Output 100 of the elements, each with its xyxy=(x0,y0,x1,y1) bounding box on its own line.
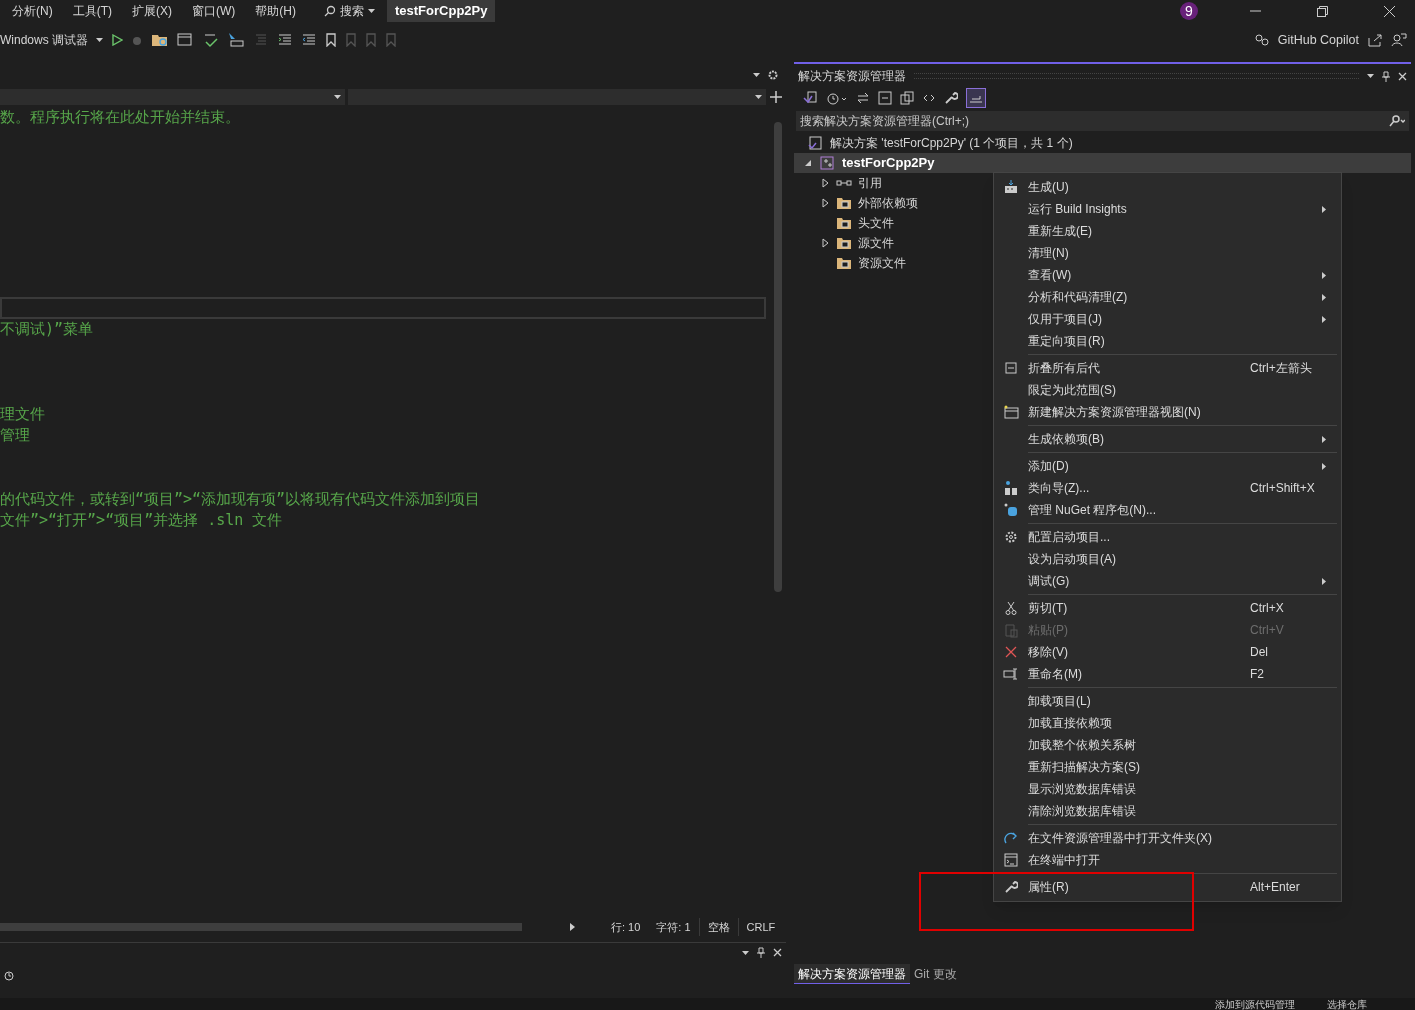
search-field[interactable]: 搜索解决方案资源管理器(Ctrl+;) xyxy=(796,111,1385,131)
open-arrow-icon xyxy=(1004,832,1018,844)
play-icon[interactable] xyxy=(111,34,123,46)
menu-item[interactable]: 运行 Build Insights xyxy=(994,198,1341,220)
notification-badge[interactable]: 9 xyxy=(1180,2,1198,20)
menu-item[interactable]: 查看(W) xyxy=(994,264,1341,286)
menu-item[interactable]: 清理(N) xyxy=(994,242,1341,264)
pointer-icon[interactable] xyxy=(227,32,245,48)
status-item: 字符: 1 xyxy=(655,920,692,935)
terminal-icon xyxy=(1004,853,1018,867)
search-button[interactable]: 搜索 xyxy=(340,2,364,20)
share-icon[interactable] xyxy=(1367,33,1383,47)
sync-icon[interactable] xyxy=(856,91,870,105)
close-icon[interactable] xyxy=(773,948,782,957)
menu-item[interactable]: 重命名(M) F2 xyxy=(994,663,1341,685)
tree-item[interactable]: 外部依赖项 xyxy=(858,194,918,212)
caret-icon[interactable] xyxy=(368,9,375,13)
menu-item[interactable]: 新建解决方案资源管理器视图(N) xyxy=(994,401,1341,423)
split-icon[interactable] xyxy=(769,90,783,104)
window-icon[interactable] xyxy=(177,32,195,48)
dropdown-icon[interactable] xyxy=(1367,74,1374,78)
panel-title: 解决方案资源管理器 xyxy=(798,68,906,85)
gear-icon xyxy=(1004,530,1018,544)
build-icon xyxy=(1004,180,1018,194)
dropdown-icon[interactable] xyxy=(753,73,760,77)
indent-icon[interactable] xyxy=(277,32,293,48)
preview-icon xyxy=(969,93,983,103)
menu-item[interactable]: 工具(T) xyxy=(72,2,112,20)
menu-item[interactable]: 卸载项目(L) xyxy=(994,690,1341,712)
menu-item[interactable]: 帮助(H) xyxy=(255,2,296,20)
menu-item[interactable]: 生成(U) xyxy=(994,176,1341,198)
paste-icon xyxy=(1004,622,1018,638)
folder-search-icon[interactable] xyxy=(151,33,169,47)
search-icon[interactable] xyxy=(324,5,336,17)
menu-item[interactable]: 重新扫描解决方案(S) xyxy=(994,756,1341,778)
spellcheck-icon[interactable] xyxy=(203,32,219,48)
expand-arrow-icon[interactable] xyxy=(822,198,830,208)
menu-item[interactable]: 分析和代码清理(Z) xyxy=(994,286,1341,308)
menu-item[interactable]: 重定向项目(R) xyxy=(994,330,1341,352)
menu-item[interactable]: 加载整个依赖关系树 xyxy=(994,734,1341,756)
caret-icon[interactable] xyxy=(96,38,103,42)
scroll-right-icon[interactable] xyxy=(570,923,575,931)
close-icon[interactable] xyxy=(1398,71,1407,81)
close-icon[interactable] xyxy=(1384,5,1395,17)
menu-item[interactable]: 添加(D) xyxy=(994,455,1341,477)
tree-item[interactable]: 引用 xyxy=(858,174,882,192)
pin-icon[interactable] xyxy=(1382,70,1390,82)
home-icon[interactable] xyxy=(802,90,818,106)
preview-button[interactable] xyxy=(966,88,986,108)
debugger-dropdown[interactable]: Windows 调试器 xyxy=(0,31,88,49)
status-bar-item[interactable]: 添加到源代码管理 xyxy=(1215,1000,1295,1010)
outdent-icon[interactable] xyxy=(301,32,317,48)
dropdown-icon[interactable] xyxy=(742,950,749,955)
status-bar-item[interactable]: 选择仓库 xyxy=(1327,1000,1367,1010)
menu-item[interactable]: 加载直接依赖项 xyxy=(994,712,1341,734)
menu-item[interactable]: 清除浏览数据库错误 xyxy=(994,800,1341,822)
copilot-button[interactable]: GitHub Copilot xyxy=(1277,30,1359,50)
feedback-icon[interactable] xyxy=(1391,33,1407,47)
tree-item[interactable]: 头文件 xyxy=(858,214,894,232)
menu-item[interactable]: 折叠所有后代 Ctrl+左箭头 xyxy=(994,357,1341,379)
tree-item[interactable]: 解决方案 'testForCpp2Py' (1 个项目，共 1 个) xyxy=(830,134,1073,152)
menu-item[interactable]: 类向导(Z)... Ctrl+Shift+X xyxy=(994,477,1341,499)
settings-icon[interactable] xyxy=(768,70,778,80)
menu-item[interactable]: 限定为此范围(S) xyxy=(994,379,1341,401)
status-item[interactable]: CRLF xyxy=(737,918,784,936)
restore-icon[interactable] xyxy=(1317,5,1328,17)
menu-item[interactable]: 设为启动项目(A) xyxy=(994,548,1341,570)
pin-icon[interactable] xyxy=(757,947,765,958)
history-icon[interactable] xyxy=(826,90,848,106)
copilot-icon[interactable] xyxy=(1253,33,1270,47)
tree-item[interactable]: 源文件 xyxy=(858,234,894,252)
expand-arrow-icon[interactable] xyxy=(822,178,830,188)
menu-item[interactable]: 调试(G) xyxy=(994,570,1341,592)
horizontal-scrollbar[interactable] xyxy=(0,923,522,931)
menu-item[interactable]: 窗口(W) xyxy=(192,2,236,20)
collapse-icon[interactable] xyxy=(878,91,892,105)
panel-tab[interactable]: Git 更改 xyxy=(910,964,961,984)
menu-item[interactable]: 移除(V) Del xyxy=(994,641,1341,663)
status-item: 行: 10 xyxy=(610,920,642,935)
tree-item[interactable]: 资源文件 xyxy=(858,254,906,272)
menu-item[interactable]: 重新生成(E) xyxy=(994,220,1341,242)
menu-item[interactable]: 显示浏览数据库错误 xyxy=(994,778,1341,800)
menu-item[interactable]: 剪切(T) Ctrl+X xyxy=(994,597,1341,619)
folder-icon xyxy=(836,196,852,210)
menu-item[interactable]: 属性(R) Alt+Enter xyxy=(994,876,1341,898)
tree-item[interactable]: testForCpp2Py xyxy=(794,153,1411,173)
collapse-arrow-icon[interactable] xyxy=(804,159,812,167)
menu-item[interactable]: 在文件资源管理器中打开文件夹(X) xyxy=(994,827,1341,849)
expand-arrow-icon[interactable] xyxy=(822,238,830,248)
menu-item[interactable]: 在终端中打开 xyxy=(994,849,1341,871)
menu-item[interactable]: 配置启动项目... xyxy=(994,526,1341,548)
panel-tab[interactable]: 解决方案资源管理器 xyxy=(794,964,910,984)
menu-item[interactable]: 生成依赖项(B) xyxy=(994,428,1341,450)
copy-icon[interactable] xyxy=(900,91,914,105)
menu-item[interactable]: 管理 NuGet 程序包(N)... xyxy=(994,499,1341,521)
menu-item[interactable]: 仅用于项目(J) xyxy=(994,308,1341,330)
menu-item[interactable]: 扩展(X) xyxy=(132,2,172,20)
menu-item[interactable]: 分析(N) xyxy=(12,2,53,20)
status-item[interactable]: 空格 xyxy=(698,918,738,936)
wrench-icon[interactable] xyxy=(944,91,958,105)
